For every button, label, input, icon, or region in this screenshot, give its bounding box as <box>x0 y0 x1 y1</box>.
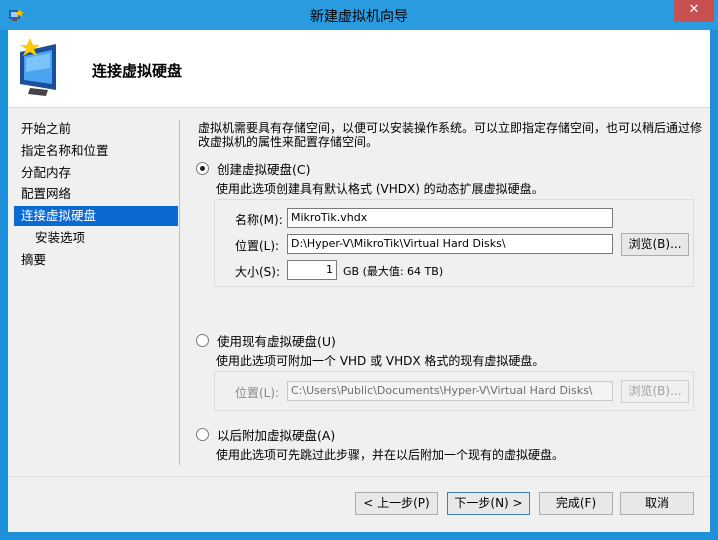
nav-item-summary[interactable]: 摘要 <box>14 250 178 270</box>
location-label: 位置(L): <box>235 239 280 253</box>
nav-item-install-options[interactable]: 安装选项 <box>14 228 178 248</box>
name-input[interactable]: MikroTik.vhdx <box>287 208 613 228</box>
create-disk-description: 使用此选项创建具有默认格式 (VHDX) 的动态扩展虚拟硬盘。 <box>216 182 544 196</box>
title-bar[interactable]: 新建虚拟机向导 ✕ <box>0 0 718 30</box>
existing-disk-radio-row[interactable]: 使用现有虚拟硬盘(U) <box>196 331 336 350</box>
name-label: 名称(M): <box>235 213 283 227</box>
nav-item-memory[interactable]: 分配内存 <box>14 163 178 183</box>
close-button[interactable]: ✕ <box>674 0 714 22</box>
wizard-content: 虚拟机需要具有存储空间，以便可以安装操作系统。可以立即指定存储空间，也可以稍后通… <box>192 109 702 469</box>
wizard-header: 连接虚拟硬盘 <box>8 30 710 108</box>
next-button[interactable]: 下一步(N) > <box>447 492 530 515</box>
nav-item-name-location[interactable]: 指定名称和位置 <box>14 141 178 161</box>
existing-disk-label[interactable]: 使用现有虚拟硬盘(U) <box>217 331 336 350</box>
attach-later-radio[interactable] <box>196 428 209 441</box>
close-icon: ✕ <box>688 2 700 17</box>
attach-later-description: 使用此选项可先跳过此步骤，并在以后附加一个现有的虚拟硬盘。 <box>216 448 565 462</box>
create-disk-radio[interactable] <box>196 162 209 175</box>
existing-location-input[interactable]: C:\Users\Public\Documents\Hyper-V\Virtua… <box>287 381 613 401</box>
footer-divider <box>8 476 710 477</box>
existing-browse-button[interactable]: 浏览(B)... <box>621 380 689 403</box>
window-title: 新建虚拟机向导 <box>310 9 408 25</box>
attach-later-radio-row[interactable]: 以后附加虚拟硬盘(A) <box>196 425 335 444</box>
size-unit-label: GB (最大值: 64 TB) <box>343 265 444 278</box>
wizard-nav: 开始之前 指定名称和位置 分配内存 配置网络 连接虚拟硬盘 安装选项 摘要 <box>8 109 188 469</box>
wizard-client-area: 连接虚拟硬盘 开始之前 指定名称和位置 分配内存 配置网络 连接虚拟硬盘 安装选… <box>8 30 710 532</box>
create-disk-group: 名称(M): MikroTik.vhdx 位置(L): D:\Hyper-V\M… <box>214 199 694 287</box>
existing-disk-description: 使用此选项可附加一个 VHD 或 VHDX 格式的现有虚拟硬盘。 <box>216 354 545 368</box>
existing-disk-radio[interactable] <box>196 334 209 347</box>
nav-divider <box>179 120 180 465</box>
existing-location-label: 位置(L): <box>235 386 280 400</box>
existing-disk-group: 位置(L): C:\Users\Public\Documents\Hyper-V… <box>214 371 694 411</box>
previous-button[interactable]: < 上一步(P) <box>355 492 438 515</box>
storage-description: 虚拟机需要具有存储空间，以便可以安装操作系统。可以立即指定存储空间，也可以稍后通… <box>198 121 703 149</box>
finish-button[interactable]: 完成(F) <box>539 492 613 515</box>
attach-later-label[interactable]: 以后附加虚拟硬盘(A) <box>217 425 335 444</box>
create-disk-radio-row[interactable]: 创建虚拟硬盘(C) <box>196 159 310 178</box>
nav-item-before-you-begin[interactable]: 开始之前 <box>14 119 178 139</box>
new-vm-wizard-icon <box>20 38 56 96</box>
wizard-window: 新建虚拟机向导 ✕ 连接虚拟硬盘 开始之前 指定名称和位置 分配内存 配置网络 … <box>0 0 718 540</box>
location-input[interactable]: D:\Hyper-V\MikroTik\Virtual Hard Disks\ <box>287 234 613 254</box>
page-title: 连接虚拟硬盘 <box>92 62 183 80</box>
cancel-button[interactable]: 取消 <box>620 492 694 515</box>
nav-item-network[interactable]: 配置网络 <box>14 184 178 204</box>
size-label: 大小(S): <box>235 265 281 279</box>
nav-item-virtual-hard-disk[interactable]: 连接虚拟硬盘 <box>14 206 178 226</box>
size-input[interactable]: 1 <box>287 260 337 280</box>
create-disk-label[interactable]: 创建虚拟硬盘(C) <box>217 159 310 178</box>
browse-button[interactable]: 浏览(B)... <box>621 233 689 256</box>
